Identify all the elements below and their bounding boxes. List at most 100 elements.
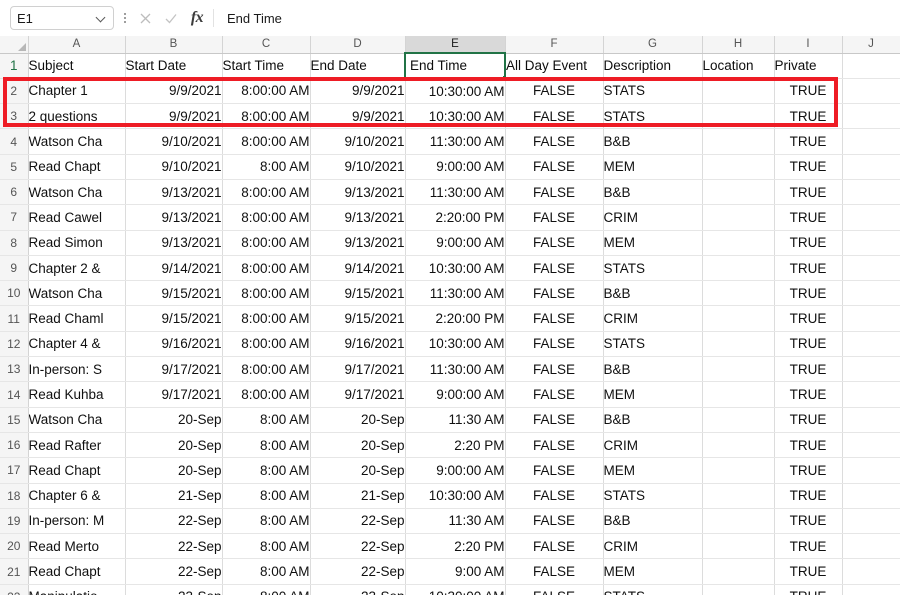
cell-a16[interactable]: Read Rafter bbox=[28, 432, 125, 457]
column-header-b[interactable]: B bbox=[125, 36, 222, 53]
cell-a2[interactable]: Chapter 1 bbox=[28, 78, 125, 103]
cell-d11[interactable]: 9/15/2021 bbox=[310, 306, 405, 331]
cell-a19[interactable]: In-person: M bbox=[28, 508, 125, 533]
cell-a22[interactable]: Manipulatio bbox=[28, 584, 125, 595]
cell-b4[interactable]: 9/10/2021 bbox=[125, 129, 222, 154]
cell-d9[interactable]: 9/14/2021 bbox=[310, 255, 405, 280]
cell-c5[interactable]: 8:00 AM bbox=[222, 154, 310, 179]
cell-h4[interactable] bbox=[702, 129, 774, 154]
cell-j21[interactable] bbox=[842, 559, 900, 584]
cell-e2[interactable]: 10:30:00 AM bbox=[405, 78, 505, 103]
cell-c6[interactable]: 8:00:00 AM bbox=[222, 179, 310, 204]
cell-f21[interactable]: FALSE bbox=[505, 559, 603, 584]
cell-j2[interactable] bbox=[842, 78, 900, 103]
column-header-c[interactable]: C bbox=[222, 36, 310, 53]
cell-f4[interactable]: FALSE bbox=[505, 129, 603, 154]
cell-g21[interactable]: MEM bbox=[603, 559, 702, 584]
cell-h8[interactable] bbox=[702, 230, 774, 255]
cell-j20[interactable] bbox=[842, 534, 900, 559]
row-header-13[interactable]: 13 bbox=[0, 357, 28, 382]
cell-c18[interactable]: 8:00 AM bbox=[222, 483, 310, 508]
cell-h14[interactable] bbox=[702, 382, 774, 407]
cell-g16[interactable]: CRIM bbox=[603, 432, 702, 457]
cell-g6[interactable]: B&B bbox=[603, 179, 702, 204]
cell-b18[interactable]: 21-Sep bbox=[125, 483, 222, 508]
cell-c22[interactable]: 8:00 AM bbox=[222, 584, 310, 595]
cell-d22[interactable]: 23-Sep bbox=[310, 584, 405, 595]
cell-g5[interactable]: MEM bbox=[603, 154, 702, 179]
cell-d10[interactable]: 9/15/2021 bbox=[310, 281, 405, 306]
cell-a13[interactable]: In-person: S bbox=[28, 357, 125, 382]
cell-j5[interactable] bbox=[842, 154, 900, 179]
cell-g4[interactable]: B&B bbox=[603, 129, 702, 154]
cell-d13[interactable]: 9/17/2021 bbox=[310, 357, 405, 382]
row-header-14[interactable]: 14 bbox=[0, 382, 28, 407]
column-header-h[interactable]: H bbox=[702, 36, 774, 53]
cell-c12[interactable]: 8:00:00 AM bbox=[222, 331, 310, 356]
cell-j9[interactable] bbox=[842, 255, 900, 280]
cell-i12[interactable]: TRUE bbox=[774, 331, 842, 356]
cell-i15[interactable]: TRUE bbox=[774, 407, 842, 432]
cell-f17[interactable]: FALSE bbox=[505, 458, 603, 483]
cell-b2[interactable]: 9/9/2021 bbox=[125, 78, 222, 103]
cell-c7[interactable]: 8:00:00 AM bbox=[222, 205, 310, 230]
cell-d5[interactable]: 9/10/2021 bbox=[310, 154, 405, 179]
cell-e6[interactable]: 11:30:00 AM bbox=[405, 179, 505, 204]
cell-f6[interactable]: FALSE bbox=[505, 179, 603, 204]
row-header-11[interactable]: 11 bbox=[0, 306, 28, 331]
cell-b3[interactable]: 9/9/2021 bbox=[125, 104, 222, 129]
cell-b12[interactable]: 9/16/2021 bbox=[125, 331, 222, 356]
cell-h12[interactable] bbox=[702, 331, 774, 356]
cell-i22[interactable]: TRUE bbox=[774, 584, 842, 595]
cell-c15[interactable]: 8:00 AM bbox=[222, 407, 310, 432]
cell-h20[interactable] bbox=[702, 534, 774, 559]
cell-a4[interactable]: Watson Cha bbox=[28, 129, 125, 154]
row-header-19[interactable]: 19 bbox=[0, 508, 28, 533]
column-header-a[interactable]: A bbox=[28, 36, 125, 53]
name-box[interactable]: E1 bbox=[10, 6, 114, 30]
row-header-5[interactable]: 5 bbox=[0, 154, 28, 179]
cell-c3[interactable]: 8:00:00 AM bbox=[222, 104, 310, 129]
cell-h11[interactable] bbox=[702, 306, 774, 331]
cell-c16[interactable]: 8:00 AM bbox=[222, 432, 310, 457]
cell-i14[interactable]: TRUE bbox=[774, 382, 842, 407]
cell-h17[interactable] bbox=[702, 458, 774, 483]
cell-e16[interactable]: 2:20 PM bbox=[405, 432, 505, 457]
cell-f7[interactable]: FALSE bbox=[505, 205, 603, 230]
cell-e15[interactable]: 11:30 AM bbox=[405, 407, 505, 432]
cell-j12[interactable] bbox=[842, 331, 900, 356]
cell-j7[interactable] bbox=[842, 205, 900, 230]
cell-g14[interactable]: MEM bbox=[603, 382, 702, 407]
cell-b5[interactable]: 9/10/2021 bbox=[125, 154, 222, 179]
cell-i6[interactable]: TRUE bbox=[774, 179, 842, 204]
cell-i9[interactable]: TRUE bbox=[774, 255, 842, 280]
row-header-7[interactable]: 7 bbox=[0, 205, 28, 230]
cell-i4[interactable]: TRUE bbox=[774, 129, 842, 154]
cell-d7[interactable]: 9/13/2021 bbox=[310, 205, 405, 230]
cell-c17[interactable]: 8:00 AM bbox=[222, 458, 310, 483]
cell-h19[interactable] bbox=[702, 508, 774, 533]
cell-g7[interactable]: CRIM bbox=[603, 205, 702, 230]
row-header-9[interactable]: 9 bbox=[0, 255, 28, 280]
row-header-6[interactable]: 6 bbox=[0, 179, 28, 204]
cell-a5[interactable]: Read Chapt bbox=[28, 154, 125, 179]
cell-h13[interactable] bbox=[702, 357, 774, 382]
cell-d19[interactable]: 22-Sep bbox=[310, 508, 405, 533]
cell-g13[interactable]: B&B bbox=[603, 357, 702, 382]
cell-a10[interactable]: Watson Cha bbox=[28, 281, 125, 306]
cell-c14[interactable]: 8:00:00 AM bbox=[222, 382, 310, 407]
cell-a8[interactable]: Read Simon bbox=[28, 230, 125, 255]
row-header-22[interactable]: 22 bbox=[0, 584, 28, 595]
cell-c21[interactable]: 8:00 AM bbox=[222, 559, 310, 584]
cell-h15[interactable] bbox=[702, 407, 774, 432]
cell-d18[interactable]: 21-Sep bbox=[310, 483, 405, 508]
chevron-down-icon[interactable] bbox=[96, 13, 107, 24]
row-header-1[interactable]: 1 bbox=[0, 53, 28, 78]
cell-d12[interactable]: 9/16/2021 bbox=[310, 331, 405, 356]
row-header-2[interactable]: 2 bbox=[0, 78, 28, 103]
cell-b16[interactable]: 20-Sep bbox=[125, 432, 222, 457]
row-header-3[interactable]: 3 bbox=[0, 104, 28, 129]
cell-f11[interactable]: FALSE bbox=[505, 306, 603, 331]
cell-i2[interactable]: TRUE bbox=[774, 78, 842, 103]
cell-e10[interactable]: 11:30:00 AM bbox=[405, 281, 505, 306]
